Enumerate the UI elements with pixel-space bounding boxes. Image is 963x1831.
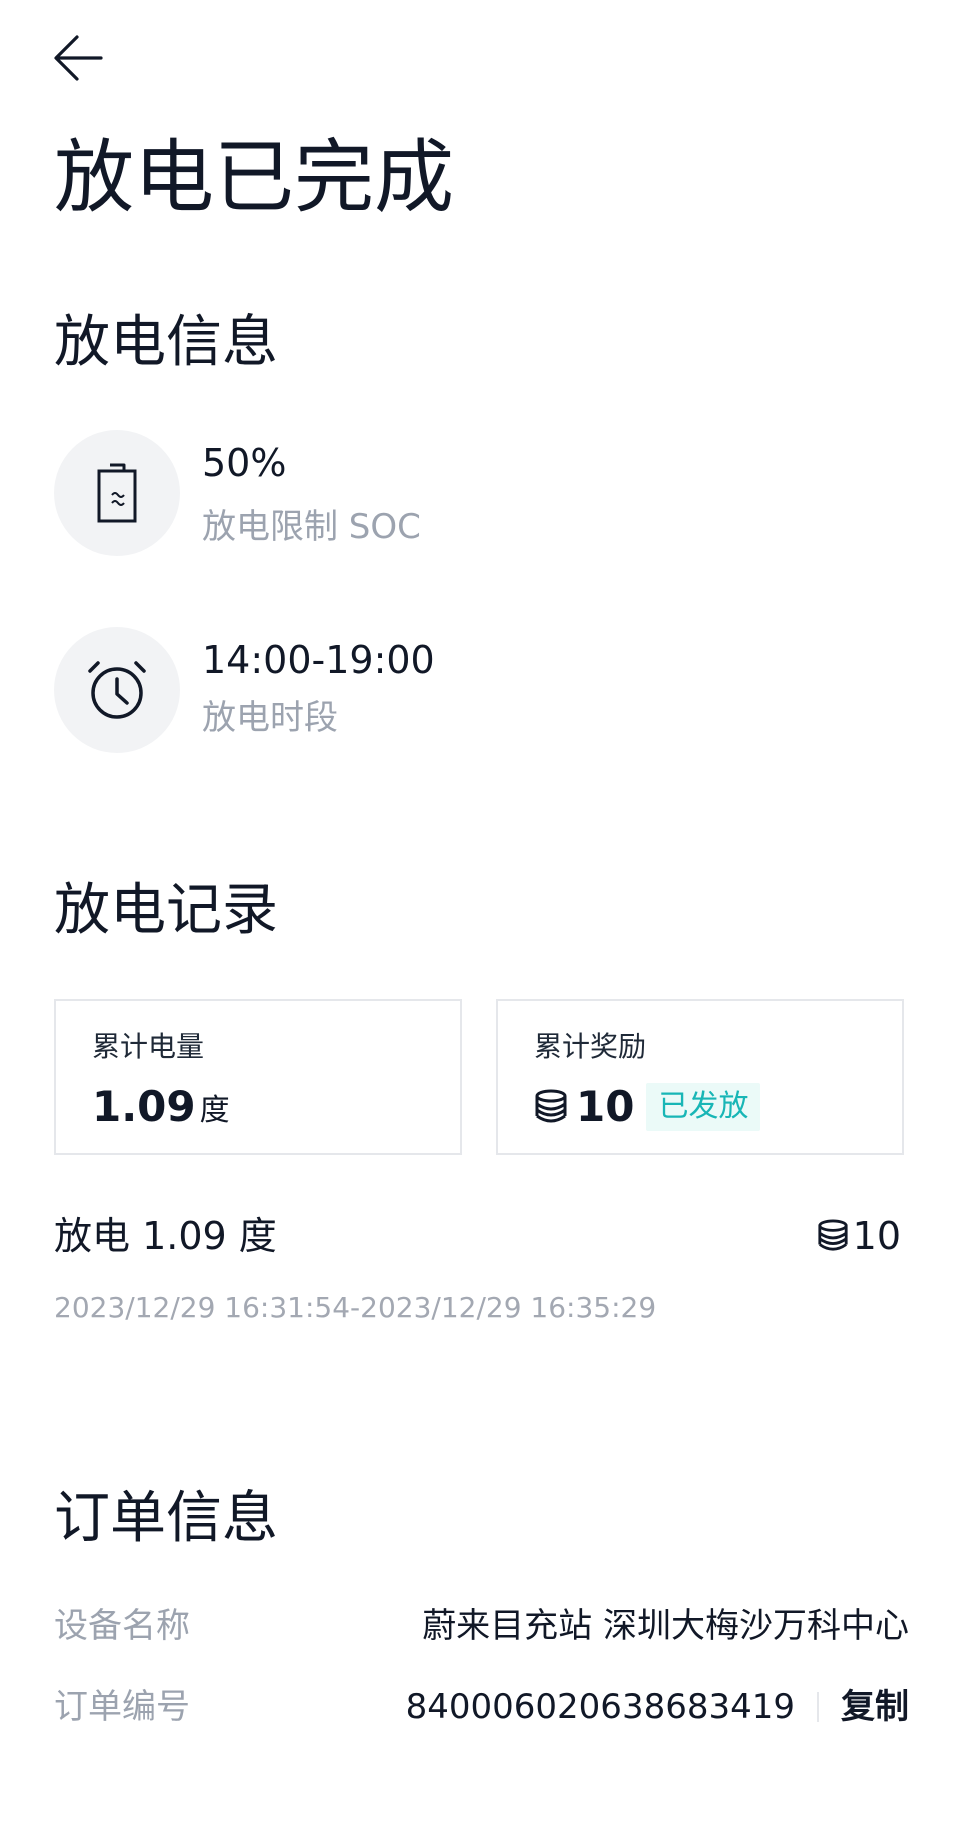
section-title-order-info: 订单信息 <box>54 1486 278 1551</box>
period-label: 放电时段 <box>202 698 338 738</box>
alarm-clock-icon-wrap <box>54 627 180 753</box>
copy-button[interactable]: 复制 <box>841 1685 909 1729</box>
section-title-discharge-record: 放电记录 <box>54 878 278 943</box>
section-title-discharge-info: 放电信息 <box>54 310 278 375</box>
record-time: 2023/12/29 16:31:54-2023/12/29 16:35:29 <box>54 1291 657 1324</box>
coin-stack-icon <box>535 1089 567 1123</box>
energy-card-value-row: 1.09 度 <box>92 1083 230 1131</box>
energy-card: 累计电量 1.09 度 <box>54 999 462 1155</box>
back-button[interactable] <box>48 28 108 88</box>
info-item-soc: 50% 放电限制 SOC <box>54 430 854 556</box>
info-item-period: 14:00-19:00 放电时段 <box>54 627 854 753</box>
back-arrow-icon <box>54 35 103 81</box>
order-number-divider <box>817 1692 819 1722</box>
order-row-number-label: 订单编号 <box>54 1687 190 1727</box>
order-number-group: 840006020638683419 复制 <box>406 1685 909 1729</box>
record-title: 放电 1.09 度 <box>54 1214 277 1258</box>
soc-value: 50% <box>202 441 287 485</box>
record-reward-value: 10 <box>852 1214 901 1258</box>
reward-card-value-row: 10 已发放 <box>534 1082 761 1131</box>
reward-status-badge: 已发放 <box>646 1083 761 1131</box>
record-reward: 10 <box>817 1212 901 1260</box>
period-value: 14:00-19:00 <box>202 638 435 682</box>
soc-label: 放电限制 SOC <box>202 507 421 547</box>
reward-card-label: 累计奖励 <box>534 1030 647 1063</box>
reward-card-value: 10 <box>576 1082 635 1131</box>
page-title: 放电已完成 <box>54 131 454 224</box>
order-row-device-label: 设备名称 <box>54 1606 190 1646</box>
energy-card-label: 累计电量 <box>92 1030 205 1063</box>
battery-icon-wrap <box>54 430 180 556</box>
order-row-device-value: 蔚来目充站 深圳大梅沙万科中心 <box>422 1606 909 1646</box>
alarm-clock-icon <box>88 661 146 719</box>
order-number-value: 840006020638683419 <box>405 1687 795 1727</box>
reward-card: 累计奖励 10 已发放 <box>496 999 904 1155</box>
energy-card-value: 1.09 <box>92 1082 196 1131</box>
energy-card-unit: 度 <box>199 1093 230 1128</box>
battery-icon <box>97 463 137 523</box>
coin-stack-icon <box>818 1219 848 1251</box>
